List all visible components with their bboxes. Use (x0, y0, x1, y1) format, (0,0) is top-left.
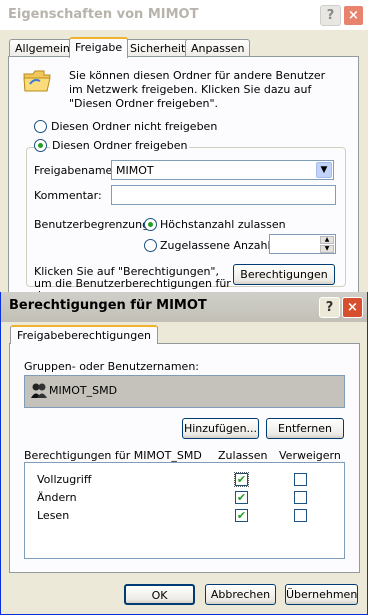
list-item[interactable]: MIMOT_SMD (27, 382, 227, 400)
permissions-list: Vollzugriff ✔ Ändern ✔ Lesen ✔ (24, 462, 345, 559)
help-button-front[interactable]: ? (319, 297, 340, 318)
radio-allowed-users-label: Zugelassene Anzahl: (160, 239, 275, 252)
permission-row-lesen: Lesen ✔ (25, 507, 344, 525)
permissions-button[interactable]: Berechtigungen (233, 264, 335, 285)
share-name-select[interactable]: MIMOT ▼ (111, 160, 334, 180)
allowed-count-spinner[interactable]: ▲ ▼ (269, 234, 336, 254)
share-name-label: Freigabename: (34, 164, 117, 177)
allow-header: Zulassen (218, 449, 268, 462)
remove-button[interactable]: Entfernen (266, 418, 344, 439)
radio-not-shared-label: Diesen Ordner nicht freigeben (51, 120, 218, 133)
spin-down-icon[interactable]: ▼ (320, 245, 334, 253)
spin-up-icon[interactable]: ▲ (320, 236, 334, 244)
close-button-front[interactable]: × (342, 297, 363, 318)
comment-input[interactable] (111, 185, 336, 205)
user-limit-label: Benutzerbegrenzung: (34, 218, 153, 231)
permissions-for-label: Berechtigungen für MIMOT_SMD (24, 449, 202, 462)
share-intro-text: Sie können diesen Ordner für andere Benu… (69, 69, 326, 110)
permission-label: Ändern (37, 491, 77, 504)
add-button[interactable]: Hinzufügen... (182, 418, 259, 439)
share-name-value: MIMOT (116, 164, 154, 177)
tab-allgemein[interactable]: Allgemein (9, 39, 76, 57)
comment-label: Kommentar: (34, 189, 102, 202)
deny-checkbox-lesen[interactable] (294, 509, 307, 522)
user-group-icon (31, 383, 47, 398)
apply-button[interactable]: Übernehmen (285, 584, 358, 605)
radio-shared-label: Diesen Ordner freigeben (50, 139, 190, 152)
radio-max-users[interactable] (144, 218, 157, 231)
user-name: MIMOT_SMD (49, 384, 118, 397)
permissions-title: Berechtigungen für MIMOT (9, 298, 207, 313)
shared-folder-icon (23, 70, 51, 92)
allow-checkbox-vollzugriff[interactable]: ✔ (234, 472, 249, 487)
user-list[interactable]: MIMOT_SMD (24, 375, 345, 408)
radio-not-shared[interactable] (34, 120, 47, 133)
cancel-button[interactable]: Abbrechen (205, 584, 276, 605)
permissions-dialog: Berechtigungen für MIMOT ? × Freigabeber… (0, 292, 368, 615)
radio-shared[interactable] (34, 139, 47, 152)
permission-row-vollzugriff: Vollzugriff ✔ (25, 471, 344, 489)
deny-header: Verweigern (279, 449, 341, 462)
permissions-titlebar[interactable]: Berechtigungen für MIMOT ? × (1, 292, 367, 322)
permission-label: Lesen (37, 509, 70, 522)
radio-allowed-users[interactable] (144, 239, 157, 252)
radio-max-users-label: Höchstanzahl zulassen (160, 218, 286, 231)
permission-row-aendern: Ändern ✔ (25, 489, 344, 507)
tab-freigabeberechtigungen[interactable]: Freigabeberechtigungen (10, 325, 158, 344)
group-label: Gruppen- oder Benutzernamen: (24, 360, 200, 373)
deny-checkbox-vollzugriff[interactable] (294, 473, 307, 486)
tab-anpassen[interactable]: Anpassen (185, 39, 251, 57)
allow-checkbox-aendern[interactable]: ✔ (235, 491, 248, 504)
close-button[interactable]: × (343, 5, 364, 26)
chevron-down-icon[interactable]: ▼ (316, 162, 332, 178)
deny-checkbox-aendern[interactable] (294, 491, 307, 504)
tab-freigabe[interactable]: Freigabe (69, 37, 129, 58)
properties-dialog: Eigenschaften von MIMOT ? × Allgemein Fr… (0, 0, 368, 302)
tab-sicherheit[interactable]: Sicherheit (124, 39, 192, 57)
help-button[interactable]: ? (320, 5, 341, 26)
properties-title: Eigenschaften von MIMOT (8, 7, 199, 22)
ok-button[interactable]: OK (124, 584, 195, 605)
properties-titlebar[interactable]: Eigenschaften von MIMOT ? × (0, 0, 368, 30)
permission-label: Vollzugriff (37, 473, 92, 486)
allow-checkbox-lesen[interactable]: ✔ (235, 509, 248, 522)
